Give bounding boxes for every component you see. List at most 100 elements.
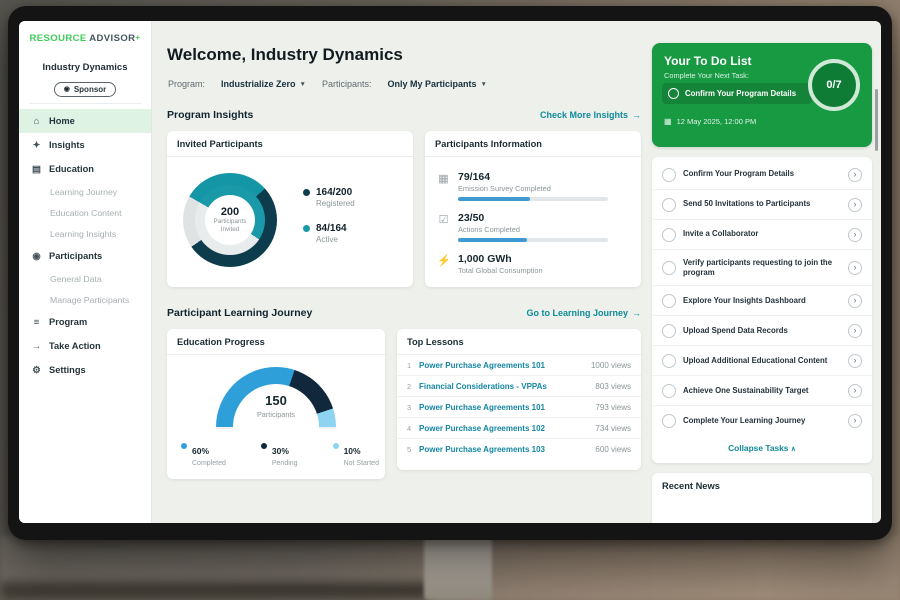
task-label: Send 50 Invitations to Participants bbox=[683, 199, 841, 209]
task-row[interactable]: Verify participants requesting to join t… bbox=[652, 250, 872, 286]
home-icon: ⌂ bbox=[31, 116, 42, 127]
lesson-row: 2Financial Considerations - VPPAs803 vie… bbox=[397, 376, 641, 397]
todo-title: Your To Do List bbox=[664, 54, 752, 68]
task-checkbox[interactable] bbox=[662, 414, 676, 428]
chevron-right-icon[interactable]: › bbox=[848, 354, 862, 368]
sidebar-item-participants[interactable]: ◉Participants bbox=[19, 244, 151, 268]
task-label: Achieve One Sustainability Target bbox=[683, 386, 841, 396]
stat-actions-completed: ☑ 23/50 Actions Completed bbox=[437, 212, 629, 242]
lesson-views: 1000 views bbox=[591, 361, 631, 370]
learning-journey-header: Participant Learning Journey Go to Learn… bbox=[167, 307, 641, 319]
link-label: Go to Learning Journey bbox=[526, 308, 628, 318]
lesson-link[interactable]: Power Purchase Agreements 103 bbox=[419, 445, 595, 454]
arrow-right-icon: → bbox=[632, 308, 641, 318]
task-row[interactable]: Achieve One Sustainability Target › bbox=[652, 376, 872, 406]
sidebar-item-manage-participants[interactable]: Manage Participants bbox=[19, 289, 151, 310]
stat-value: 23/50 bbox=[458, 212, 608, 224]
task-checkbox[interactable] bbox=[662, 261, 676, 275]
task-checkbox[interactable] bbox=[662, 294, 676, 308]
sidebar-item-general-data[interactable]: General Data bbox=[19, 268, 151, 289]
monitor-bezel: RESOURCE ADVISOR+ Industry Dynamics ◉ Sp… bbox=[8, 6, 892, 540]
sidebar-item-settings[interactable]: ⚙Settings bbox=[19, 358, 151, 382]
progress-track bbox=[458, 238, 608, 242]
legend-label: Not Started bbox=[344, 460, 379, 467]
chevron-right-icon[interactable]: › bbox=[848, 384, 862, 398]
sidebar-item-learning-insights[interactable]: Learning Insights bbox=[19, 223, 151, 244]
go-to-learning-journey-link[interactable]: Go to Learning Journey → bbox=[526, 308, 641, 318]
sponsor-badge[interactable]: ◉ Sponsor bbox=[54, 82, 117, 97]
program-insights-header: Program Insights Check More Insights→ bbox=[167, 109, 641, 121]
program-select[interactable]: Industrialize Zero▼ bbox=[221, 79, 306, 89]
task-row[interactable]: Invite a Collaborator› bbox=[652, 220, 872, 250]
participants-select[interactable]: Only My Participants ▼ bbox=[388, 79, 487, 89]
education-icon: ▤ bbox=[31, 164, 42, 175]
lesson-link[interactable]: Power Purchase Agreements 101 bbox=[419, 361, 591, 370]
consumption-icon: ⚡ bbox=[437, 253, 450, 275]
lesson-link[interactable]: Power Purchase Agreements 102 bbox=[419, 424, 595, 433]
task-checkbox[interactable] bbox=[662, 228, 676, 242]
link-label: Check More Insights bbox=[540, 110, 628, 120]
program-icon: ≡ bbox=[31, 317, 42, 328]
lesson-views: 734 views bbox=[595, 424, 631, 433]
sidebar-item-take-action[interactable]: →Take Action bbox=[19, 334, 151, 358]
task-row[interactable]: Explore Your Insights Dashboard› bbox=[652, 286, 872, 316]
stat-value: 1,000 GWh bbox=[458, 253, 543, 265]
task-row[interactable]: Upload Spend Data Records› bbox=[652, 316, 872, 346]
chevron-right-icon[interactable]: › bbox=[848, 324, 862, 338]
invited-participants-donut: 200 Participants Invited bbox=[183, 173, 277, 267]
legend-label: Completed bbox=[192, 460, 226, 467]
checkbox-icon[interactable] bbox=[668, 88, 679, 99]
sponsor-label: Sponsor bbox=[74, 85, 106, 94]
task-checkbox[interactable] bbox=[662, 168, 676, 182]
stat-label: Emission Survey Completed bbox=[458, 184, 608, 193]
sidebar-item-learning-journey[interactable]: Learning Journey bbox=[19, 181, 151, 202]
chevron-down-icon: ▼ bbox=[481, 81, 487, 88]
lesson-link[interactable]: Financial Considerations - VPPAs bbox=[419, 382, 595, 391]
top-lessons-card: Top Lessons 1Power Purchase Agreements 1… bbox=[397, 329, 641, 470]
sidebar-item-education-content[interactable]: Education Content bbox=[19, 202, 151, 223]
sidebar-item-insights[interactable]: ✦Insights bbox=[19, 133, 151, 157]
sidebar-item-program[interactable]: ≡ Program bbox=[19, 310, 151, 334]
participants-value: Only My Participants bbox=[388, 79, 477, 89]
section-heading: Program Insights bbox=[167, 109, 253, 121]
chevron-right-icon[interactable]: › bbox=[848, 261, 862, 275]
task-checkbox[interactable] bbox=[662, 384, 676, 398]
task-label: Upload Additional Educational Content bbox=[683, 356, 841, 366]
scrollbar[interactable] bbox=[875, 89, 878, 151]
task-row[interactable]: Upload Additional Educational Content › bbox=[652, 346, 872, 376]
lesson-views: 793 views bbox=[595, 403, 631, 412]
gauge-center-label: Participants bbox=[167, 410, 385, 419]
task-row[interactable]: Complete Your Learning Journey› bbox=[652, 406, 872, 435]
task-row[interactable]: Send 50 Invitations to Participants › bbox=[652, 190, 872, 220]
check-more-insights-link[interactable]: Check More Insights→ bbox=[540, 110, 641, 120]
task-checkbox[interactable] bbox=[662, 354, 676, 368]
lesson-row: 1Power Purchase Agreements 1011000 views bbox=[397, 355, 641, 376]
logo-plus: + bbox=[135, 33, 140, 42]
chevron-right-icon[interactable]: › bbox=[848, 168, 862, 182]
chevron-right-icon[interactable]: › bbox=[848, 228, 862, 242]
nav-label: Home bbox=[49, 116, 75, 126]
due-text: 12 May 2025, 12:00 PM bbox=[677, 117, 757, 126]
gauge-legend: 60%Completed 30%Pending 10%Not Started bbox=[181, 441, 379, 467]
task-checkbox[interactable] bbox=[662, 324, 676, 338]
gauge-center-value: 150 bbox=[167, 393, 385, 408]
chevron-right-icon[interactable]: › bbox=[848, 414, 862, 428]
sidebar-item-education[interactable]: ▤Education bbox=[19, 157, 151, 181]
legend-value: 10% bbox=[344, 446, 361, 456]
chevron-right-icon[interactable]: › bbox=[848, 198, 862, 212]
donut-center: 200 Participants Invited bbox=[205, 195, 255, 245]
collapse-tasks-button[interactable]: Collapse Tasks ∧ bbox=[652, 435, 872, 460]
nav-label: Program bbox=[49, 317, 87, 327]
progress-track bbox=[458, 197, 608, 201]
todo-next-task[interactable]: Confirm Your Program Details bbox=[662, 83, 812, 104]
task-row[interactable]: Confirm Your Program Details› bbox=[652, 160, 872, 190]
chevron-right-icon[interactable]: › bbox=[848, 294, 862, 308]
invited-participants-card: Invited Participants 200 Participants In… bbox=[167, 131, 413, 287]
lesson-link[interactable]: Power Purchase Agreements 101 bbox=[419, 403, 595, 412]
todo-progress-ring: 0/7 bbox=[808, 59, 860, 111]
section-heading: Participant Learning Journey bbox=[167, 307, 312, 319]
task-checkbox[interactable] bbox=[662, 198, 676, 212]
app-logo: RESOURCE ADVISOR+ bbox=[19, 33, 151, 44]
sidebar-item-home[interactable]: ⌂ Home bbox=[19, 109, 151, 133]
filters-bar: Program: Industrialize Zero▼ Participant… bbox=[168, 79, 487, 89]
